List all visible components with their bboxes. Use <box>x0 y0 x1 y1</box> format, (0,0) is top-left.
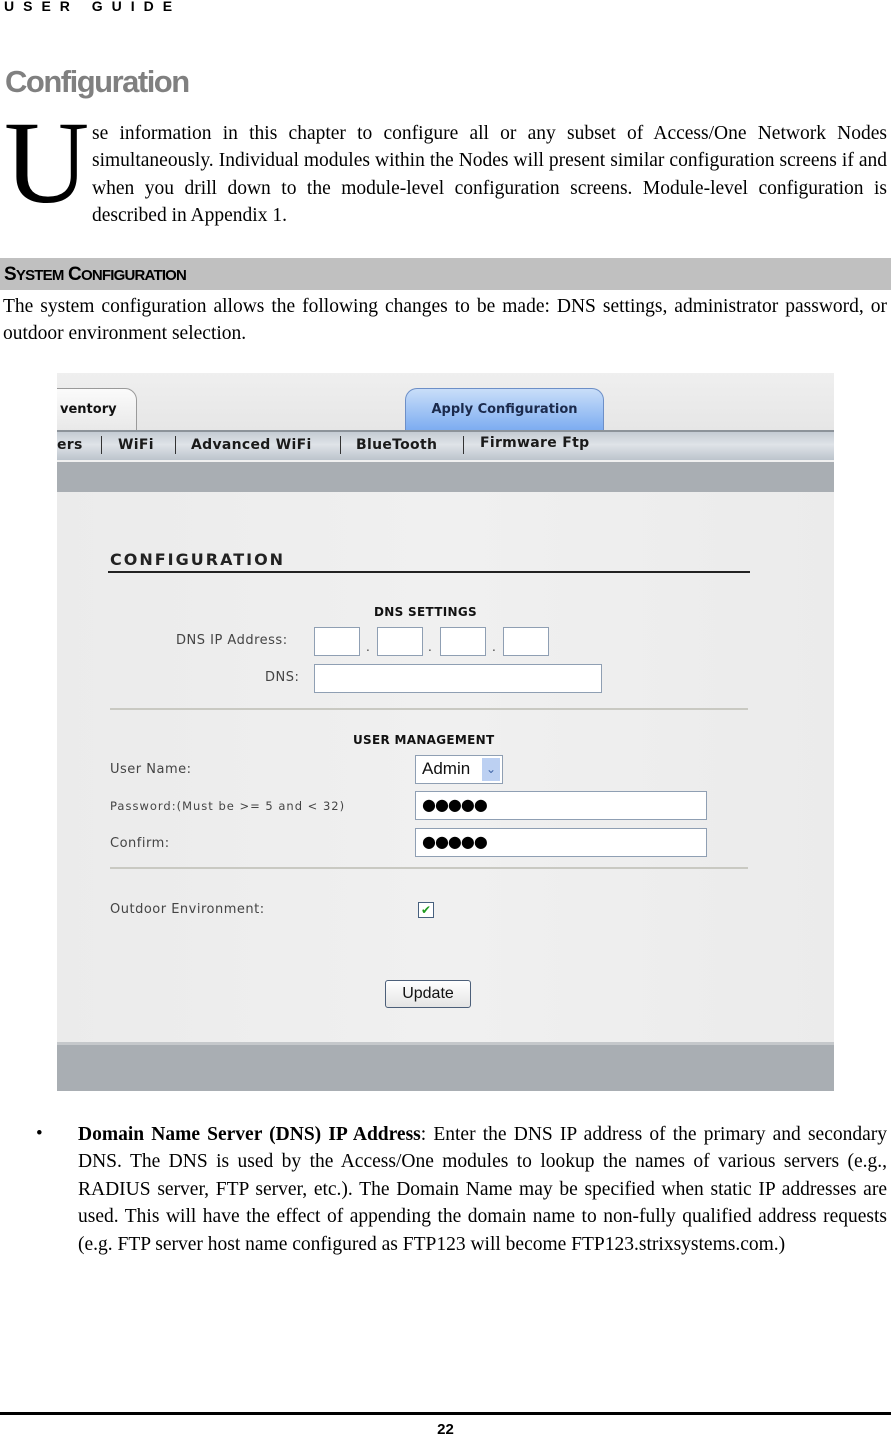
page-number: 22 <box>437 1421 454 1438</box>
nav-separator <box>340 436 341 454</box>
update-button[interactable]: Update <box>385 980 471 1008</box>
section-title-rest: YSTEM <box>15 267 64 284</box>
nav-separator <box>175 436 176 454</box>
intro-paragraph: se information in this chapter to config… <box>92 123 887 227</box>
footer-rule <box>0 1412 891 1415</box>
tab-label: ventory <box>60 402 117 417</box>
dns-settings-heading: DNS SETTINGS <box>374 605 477 619</box>
tab-apply-configuration[interactable]: Apply Configuration <box>405 388 604 432</box>
bullet-icon: • <box>36 1123 43 1144</box>
section-divider <box>110 867 748 869</box>
dns-ip-octet-4[interactable] <box>503 627 549 656</box>
checkmark-icon: ✔ <box>420 903 432 917</box>
ip-separator: . <box>428 640 432 654</box>
nav-item-advanced-wifi[interactable]: Advanced WiFi <box>191 437 312 453</box>
section-title-rest: ONFIGURATION <box>80 267 187 284</box>
username-value: Admin <box>422 759 471 778</box>
password-value: ●●●●● <box>422 795 488 814</box>
password-input[interactable]: ●●●●● <box>415 791 707 820</box>
dns-ip-octet-1[interactable] <box>314 627 360 656</box>
ip-separator: . <box>492 640 496 654</box>
section-heading-bar: SYSTEM CONFIGURATION <box>0 258 891 290</box>
section-body: The system configuration allows the foll… <box>3 296 887 345</box>
outdoor-environment-label: Outdoor Environment: <box>110 902 265 917</box>
ip-separator: . <box>366 640 370 654</box>
username-label: User Name: <box>110 762 192 777</box>
user-management-heading: USER MANAGEMENT <box>353 733 495 747</box>
confirm-password-input[interactable]: ●●●●● <box>415 828 707 857</box>
chevron-down-icon[interactable]: ⌄ <box>482 758 500 781</box>
nav-item-firmware-ftp[interactable]: Firmware Ftp <box>480 435 589 451</box>
section-divider <box>110 708 748 710</box>
configuration-screenshot: ventory Apply Configuration ers WiFi Adv… <box>57 373 834 1091</box>
bullet-item-dns: Domain Name Server (DNS) IP Address: Ent… <box>78 1121 887 1258</box>
confirm-value: ●●●●● <box>422 832 488 851</box>
footer-strip <box>57 1042 834 1091</box>
dns-ip-label: DNS IP Address: <box>176 633 288 648</box>
running-header: USER GUIDE <box>4 0 182 14</box>
nav-separator <box>101 436 102 454</box>
confirm-label: Confirm: <box>110 836 170 851</box>
dns-ip-octet-2[interactable] <box>377 627 423 656</box>
section-title-cap: C <box>68 264 82 285</box>
outdoor-environment-checkbox[interactable]: ✔ <box>418 902 434 918</box>
bullet-term: Domain Name Server (DNS) IP Address <box>78 1124 421 1145</box>
tab-label: Apply Configuration <box>431 402 578 417</box>
title-rule <box>108 571 750 573</box>
section-title-cap: S <box>4 264 17 285</box>
dns-input[interactable] <box>314 664 602 693</box>
dns-label: DNS: <box>265 670 300 685</box>
chapter-title: Configuration <box>5 64 190 99</box>
tab-inventory[interactable]: ventory <box>57 388 137 431</box>
username-select[interactable]: Admin ⌄ <box>415 755 503 784</box>
dns-ip-octet-3[interactable] <box>440 627 486 656</box>
drop-cap: U <box>4 97 90 228</box>
section-title: SYSTEM CONFIGURATION <box>4 264 187 286</box>
form-panel: CONFIGURATION DNS SETTINGS DNS IP Addres… <box>57 492 834 1042</box>
sub-nav-bar: ers WiFi Advanced WiFi BlueTooth Firmwar… <box>57 430 834 460</box>
nav-item-wifi[interactable]: WiFi <box>118 437 154 453</box>
password-label: Password:(Must be >= 5 and < 32) <box>110 799 346 813</box>
nav-item-bluetooth[interactable]: BlueTooth <box>356 437 437 453</box>
toolbar-strip <box>57 460 834 492</box>
nav-separator <box>463 436 464 454</box>
form-title: CONFIGURATION <box>110 550 286 569</box>
nav-item-users[interactable]: ers <box>57 437 83 453</box>
